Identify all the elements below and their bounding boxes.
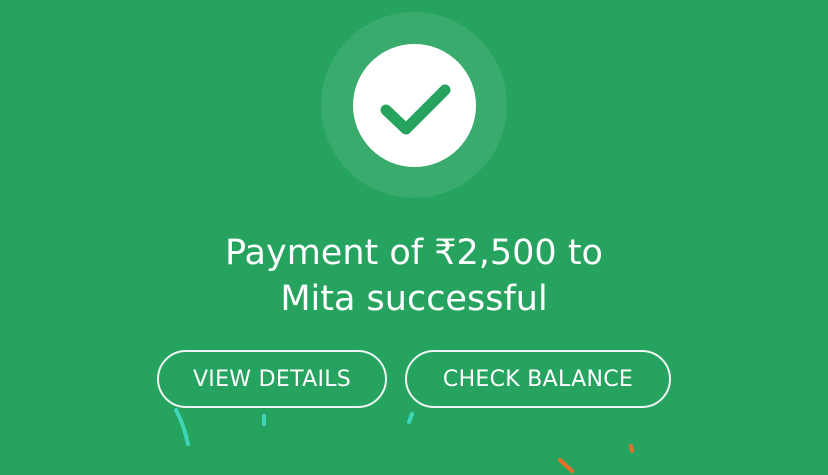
confetti-decoration [174,408,634,473]
